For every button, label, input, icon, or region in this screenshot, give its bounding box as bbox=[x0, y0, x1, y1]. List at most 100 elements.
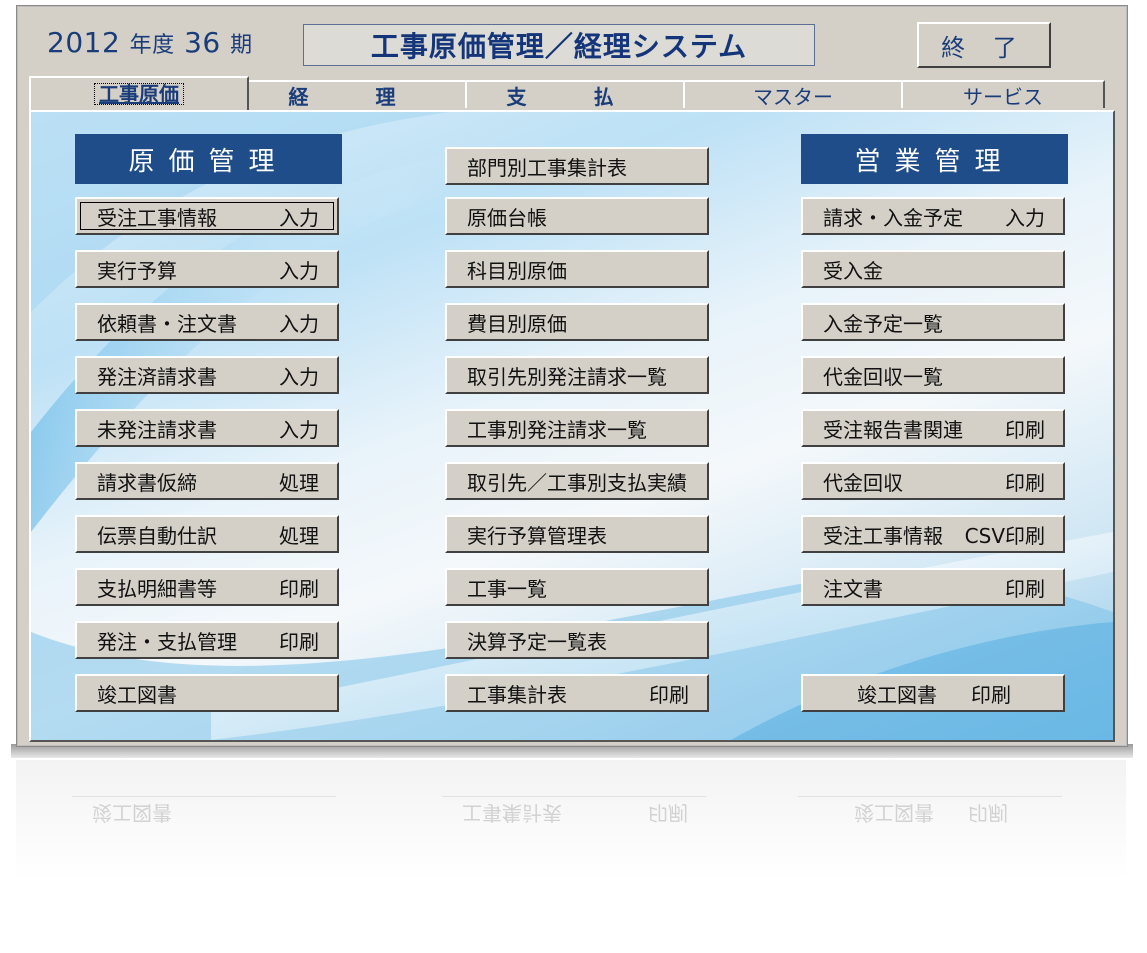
button-action: 処理 bbox=[279, 523, 319, 548]
button-label: 受入金 bbox=[823, 258, 883, 283]
tab-label: 工事原価 bbox=[94, 83, 184, 105]
order-info-csv-print-button[interactable]: 受注工事情報 CSV印刷 bbox=[801, 515, 1065, 553]
button-label: 受注工事情報 bbox=[823, 523, 943, 548]
request-order-input-button[interactable]: 依頼書・注文書 入力 bbox=[75, 303, 339, 341]
button-label: 竣工図書 bbox=[97, 682, 177, 707]
button-label: 未発注請求書 bbox=[97, 417, 217, 442]
reflection-button: 竣工図書 bbox=[72, 796, 336, 832]
button-label: 入金予定一覧 bbox=[823, 311, 943, 336]
window-reflection: 竣工図書 工事集計表 印刷 竣工図書 印刷 bbox=[16, 760, 1126, 880]
fiscal-year-display: 2012 年度 36 期 bbox=[47, 26, 253, 59]
button-label: 実行予算 bbox=[97, 258, 177, 283]
tab-strip: 工事原価 経 理 支 払 マスター サービス bbox=[29, 76, 1127, 110]
cost-by-account-button[interactable]: 科目別原価 bbox=[445, 250, 709, 288]
order-report-print-button[interactable]: 受注報告書関連 印刷 bbox=[801, 409, 1065, 447]
cost-by-expense-button[interactable]: 費目別原価 bbox=[445, 303, 709, 341]
button-action: 印刷 bbox=[1005, 470, 1045, 495]
button-action: 印刷 bbox=[649, 682, 689, 707]
button-label: 部門別工事集計表 bbox=[467, 155, 627, 180]
tab-shiharai[interactable]: 支 払 bbox=[465, 80, 685, 109]
period-value: 36 bbox=[184, 26, 221, 59]
unordered-invoice-input-button[interactable]: 未発注請求書 入力 bbox=[75, 409, 339, 447]
button-label: 伝票自動仕訳 bbox=[97, 523, 217, 548]
reflection-label: 竣工図書 bbox=[92, 801, 172, 825]
button-label: 発注・支払管理 bbox=[97, 629, 237, 654]
button-label: 請求・入金予定 bbox=[823, 205, 963, 230]
cost-management-heading: 原価管理 bbox=[75, 134, 342, 184]
button-label: 代金回収一覧 bbox=[823, 364, 943, 389]
app-title: 工事原価管理／経理システム bbox=[303, 24, 815, 66]
reflection-label: 竣工図書 bbox=[854, 801, 934, 825]
period-suffix: 期 bbox=[230, 33, 253, 58]
content-panel: 原価管理 営業管理 受注工事情報 入力 実行予算 入力 依頼書・注文書 入力 発注済請… bbox=[29, 110, 1115, 742]
reflection-action: 印刷 bbox=[968, 801, 1008, 825]
button-label: 支払明細書等 bbox=[97, 576, 217, 601]
tab-keiri[interactable]: 経 理 bbox=[247, 80, 467, 109]
dept-construction-summary-button[interactable]: 部門別工事集計表 bbox=[445, 147, 709, 185]
button-action: 入力 bbox=[279, 364, 319, 389]
button-label: 工事一覧 bbox=[467, 576, 547, 601]
button-action: 入力 bbox=[279, 258, 319, 283]
reflection-button: 工事集計表 印刷 bbox=[442, 796, 706, 832]
cost-ledger-button[interactable]: 原価台帳 bbox=[445, 197, 709, 235]
receipts-button[interactable]: 受入金 bbox=[801, 250, 1065, 288]
button-label: 依頼書・注文書 bbox=[97, 311, 237, 336]
button-action: 印刷 bbox=[279, 629, 319, 654]
button-label: 受注工事情報 bbox=[97, 205, 217, 230]
execution-budget-input-button[interactable]: 実行予算 入力 bbox=[75, 250, 339, 288]
button-action: 入力 bbox=[279, 311, 319, 336]
tab-label: 経 理 bbox=[288, 84, 426, 109]
purchase-order-print-button[interactable]: 注文書 印刷 bbox=[801, 568, 1065, 606]
collection-list-button[interactable]: 代金回収一覧 bbox=[801, 356, 1065, 394]
order-info-input-button[interactable]: 受注工事情報 入力 bbox=[75, 197, 339, 235]
button-label: 工事集計表 bbox=[467, 682, 567, 707]
button-action: 印刷 bbox=[971, 682, 1011, 707]
reflection-button: 竣工図書 印刷 bbox=[798, 796, 1062, 832]
button-action: 印刷 bbox=[1005, 576, 1045, 601]
button-label: 原価台帳 bbox=[467, 205, 547, 230]
tab-master[interactable]: マスター bbox=[683, 80, 903, 109]
billing-payment-schedule-input-button[interactable]: 請求・入金予定 入力 bbox=[801, 197, 1065, 235]
sales-management-heading: 営業管理 bbox=[801, 134, 1068, 184]
payment-statement-print-button[interactable]: 支払明細書等 印刷 bbox=[75, 568, 339, 606]
button-label: 代金回収 bbox=[823, 470, 903, 495]
year-suffix: 年度 bbox=[129, 33, 175, 58]
invoice-provisional-close-button[interactable]: 請求書仮締 処理 bbox=[75, 462, 339, 500]
button-action: 入力 bbox=[279, 205, 319, 230]
button-label: 実行予算管理表 bbox=[467, 523, 607, 548]
main-window: 2012 年度 36 期 工事原価管理／経理システム 終 了 工事原価 経 理 … bbox=[11, 5, 1133, 758]
button-label: 費目別原価 bbox=[467, 311, 567, 336]
supplier-order-invoice-list-button[interactable]: 取引先別発注請求一覧 bbox=[445, 356, 709, 394]
button-label: 発注済請求書 bbox=[97, 364, 217, 389]
execution-budget-table-button[interactable]: 実行予算管理表 bbox=[445, 515, 709, 553]
construction-order-invoice-list-button[interactable]: 工事別発注請求一覧 bbox=[445, 409, 709, 447]
construction-summary-print-button[interactable]: 工事集計表 印刷 bbox=[445, 674, 709, 712]
auto-journal-button[interactable]: 伝票自動仕訳 処理 bbox=[75, 515, 339, 553]
tab-label: サービス bbox=[963, 84, 1043, 109]
button-label: 受注報告書関連 bbox=[823, 417, 963, 442]
button-label: 注文書 bbox=[823, 576, 883, 601]
settlement-forecast-list-button[interactable]: 決算予定一覧表 bbox=[445, 621, 709, 659]
tab-service[interactable]: サービス bbox=[901, 80, 1105, 109]
button-label: 請求書仮締 bbox=[97, 470, 197, 495]
tab-label: 支 払 bbox=[506, 84, 644, 109]
completion-docs-button[interactable]: 竣工図書 bbox=[75, 674, 339, 712]
button-label: 決算予定一覧表 bbox=[467, 629, 607, 654]
tab-label: マスター bbox=[753, 84, 833, 109]
supplier-payment-results-button[interactable]: 取引先／工事別支払実績 bbox=[445, 462, 709, 500]
completion-docs-print-button[interactable]: 竣工図書 印刷 bbox=[801, 674, 1065, 712]
button-action: 印刷 bbox=[1005, 417, 1045, 442]
payment-schedule-list-button[interactable]: 入金予定一覧 bbox=[801, 303, 1065, 341]
reflection-action: 印刷 bbox=[648, 801, 688, 825]
reflection-label: 工事集計表 bbox=[462, 801, 562, 825]
button-label: 取引先／工事別支払実績 bbox=[467, 470, 687, 495]
button-action: 処理 bbox=[279, 470, 319, 495]
button-label: 科目別原価 bbox=[467, 258, 567, 283]
tab-koji-genka[interactable]: 工事原価 bbox=[29, 76, 249, 110]
button-action: CSV印刷 bbox=[964, 523, 1045, 548]
construction-list-button[interactable]: 工事一覧 bbox=[445, 568, 709, 606]
order-payment-mgmt-print-button[interactable]: 発注・支払管理 印刷 bbox=[75, 621, 339, 659]
exit-button[interactable]: 終 了 bbox=[917, 22, 1051, 68]
collection-print-button[interactable]: 代金回収 印刷 bbox=[801, 462, 1065, 500]
ordered-invoice-input-button[interactable]: 発注済請求書 入力 bbox=[75, 356, 339, 394]
